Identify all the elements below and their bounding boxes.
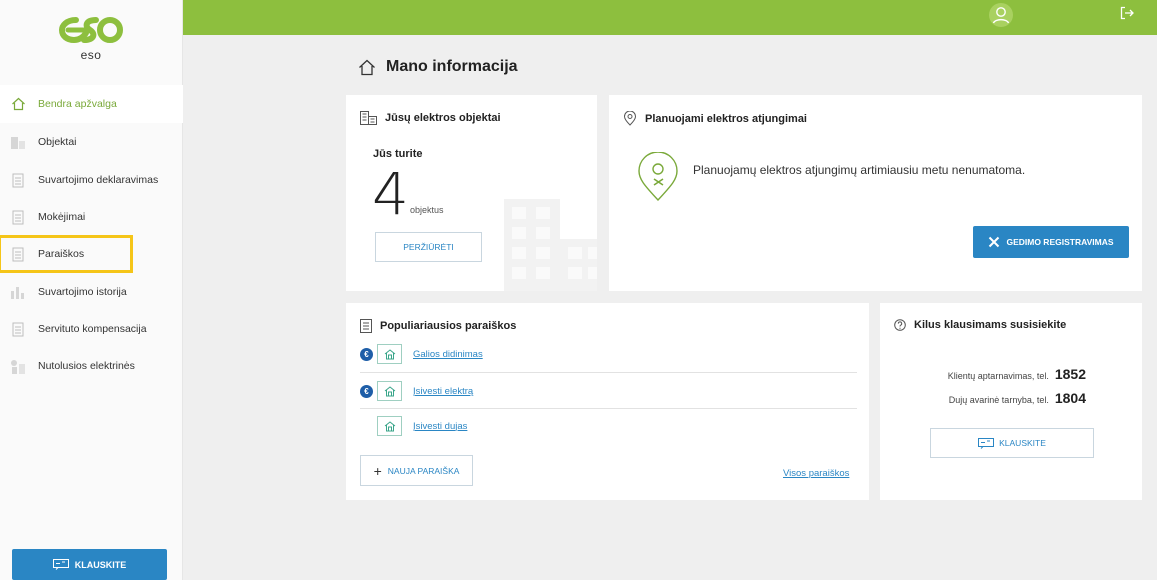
question-circle-icon — [894, 319, 906, 331]
eso-logo-icon — [58, 17, 123, 44]
contact-card: Kilus klausimams susisiekite Klientų apt… — [880, 303, 1142, 500]
all-applications-link[interactable]: Visos paraiškos — [783, 468, 849, 479]
sidebar-item-objektai[interactable]: Objektai — [0, 123, 183, 161]
chat-icon — [978, 437, 995, 449]
sidebar-item-label: Servituto kompensacija — [38, 323, 147, 335]
sidebar-item-label: Suvartojimo istorija — [38, 286, 127, 298]
objects-count-unit: objektus — [410, 205, 444, 215]
page-title: Mano informacija — [358, 58, 518, 76]
sidebar-ask-button[interactable]: KLAUSKITE — [12, 549, 167, 580]
gas-emergency-number[interactable]: 1804 — [1055, 390, 1086, 406]
document-icon — [360, 319, 372, 333]
euro-icon: € — [360, 384, 373, 398]
document-icon — [10, 172, 26, 188]
divider — [360, 372, 857, 373]
popular-card-title-text: Populiariausios paraiškos — [380, 320, 517, 332]
plus-icon: + — [373, 462, 382, 479]
house-icon — [377, 344, 402, 364]
house-icon — [377, 416, 402, 436]
objects-card-title: Jūsų elektros objektai — [360, 111, 501, 125]
sidebar-item-label: Objektai — [38, 136, 77, 148]
list-item: Įsivesti dujas — [360, 413, 857, 439]
outages-card-title: Planuojami elektros atjungimai — [623, 111, 807, 126]
new-application-button[interactable]: + NAUJA PARAIŠKA — [360, 455, 473, 486]
outages-card: Planuojami elektros atjungimai Planuojam… — [609, 95, 1142, 291]
euro-icon: € — [360, 347, 373, 361]
bar-chart-icon — [10, 284, 26, 300]
sidebar: eso Bendra apžvalga Objektai Suvartojimo… — [0, 0, 183, 580]
popular-applications-card: Populiariausios paraiškos € Galios didin… — [346, 303, 869, 500]
buildings-icon — [10, 134, 26, 150]
location-pin-icon — [623, 111, 637, 126]
sidebar-item-label: Nutolusios elektrinės — [38, 360, 135, 372]
sidebar-item-label: Mokėjimai — [38, 211, 86, 223]
sidebar-item-bendra-apzvalga[interactable]: Bendra apžvalga — [0, 85, 183, 123]
objects-card-title-text: Jūsų elektros objektai — [385, 112, 501, 124]
application-link-galios-didinimas[interactable]: Galios didinimas — [413, 349, 483, 360]
sidebar-item-mokejimai[interactable]: Mokėjimai — [0, 198, 183, 236]
sidebar-item-label: Bendra apžvalga — [38, 98, 117, 110]
top-bar — [183, 0, 1157, 35]
page-title-text: Mano informacija — [386, 58, 518, 75]
objects-card: Jūsų elektros objektai Jūs turite 4 obje… — [346, 95, 597, 291]
objects-count: 4 — [372, 160, 409, 228]
sidebar-item-suvartojimo-deklaravimas[interactable]: Suvartojimo deklaravimas — [0, 161, 183, 199]
document-icon — [10, 321, 26, 337]
contact-ask-label: KLAUSKITE — [999, 438, 1046, 448]
sidebar-ask-label: KLAUSKITE — [74, 559, 127, 570]
contact-ask-button[interactable]: KLAUSKITE — [930, 428, 1094, 458]
eso-logo[interactable]: eso — [0, 0, 182, 85]
euro-placeholder — [360, 420, 373, 433]
contact-card-title: Kilus klausimams susisiekite — [894, 319, 1066, 331]
logout-icon[interactable] — [1120, 6, 1134, 20]
outages-card-title-text: Planuojami elektros atjungimai — [645, 112, 807, 125]
home-icon — [359, 59, 375, 75]
power-plant-icon — [10, 358, 26, 374]
document-icon — [10, 209, 26, 225]
view-objects-button[interactable]: PERŽIŪRĖTI — [375, 232, 482, 262]
list-item: € Įsivesti elektrą — [360, 378, 857, 404]
sidebar-item-nutolusios-elektrines[interactable]: Nutolusios elektrinės — [0, 347, 183, 385]
application-link-isivesti-elektra[interactable]: Įsivesti elektrą — [413, 386, 473, 397]
fault-registration-button[interactable]: GEDIMO REGISTRAVIMAS — [973, 226, 1129, 258]
wrench-cross-icon — [989, 236, 1000, 248]
home-icon — [10, 96, 26, 112]
paraiskos-highlight-frame — [0, 235, 133, 273]
divider — [360, 408, 857, 409]
application-link-isivesti-dujas[interactable]: Įsivesti dujas — [413, 421, 467, 432]
sidebar-item-label: Suvartojimo deklaravimas — [38, 174, 159, 186]
sidebar-item-servituto-kompensacija[interactable]: Servituto kompensacija — [0, 310, 183, 348]
sidebar-item-suvartojimo-istorija[interactable]: Suvartojimo istorija — [0, 273, 183, 311]
outage-pin-icon — [638, 152, 678, 202]
gas-emergency-line: Dujų avarinė tarnyba, tel. 1804 — [949, 390, 1086, 406]
you-have-label: Jūs turite — [373, 148, 423, 160]
list-item: € Galios didinimas — [360, 341, 857, 367]
customer-service-number[interactable]: 1852 — [1055, 366, 1086, 382]
user-icon[interactable] — [988, 2, 1014, 28]
building-watermark-icon — [504, 199, 597, 291]
customer-service-label: Klientų aptarnavimas, tel. — [947, 371, 1049, 381]
contact-card-title-text: Kilus klausimams susisiekite — [914, 319, 1067, 331]
popular-card-title: Populiariausios paraiškos — [360, 319, 516, 333]
customer-service-line: Klientų aptarnavimas, tel. 1852 — [948, 366, 1086, 382]
new-application-label: NAUJA PARAIŠKA — [387, 465, 460, 476]
outages-message: Planuojamų elektros atjungimų artimiausi… — [693, 163, 1026, 177]
fault-registration-label: GEDIMO REGISTRAVIMAS — [1006, 237, 1114, 247]
logo-text: eso — [80, 48, 102, 62]
gas-emergency-label: Dujų avarinė tarnyba, tel. — [948, 395, 1049, 405]
house-icon — [377, 381, 402, 401]
buildings-icon — [360, 111, 377, 125]
chat-icon — [52, 559, 69, 570]
